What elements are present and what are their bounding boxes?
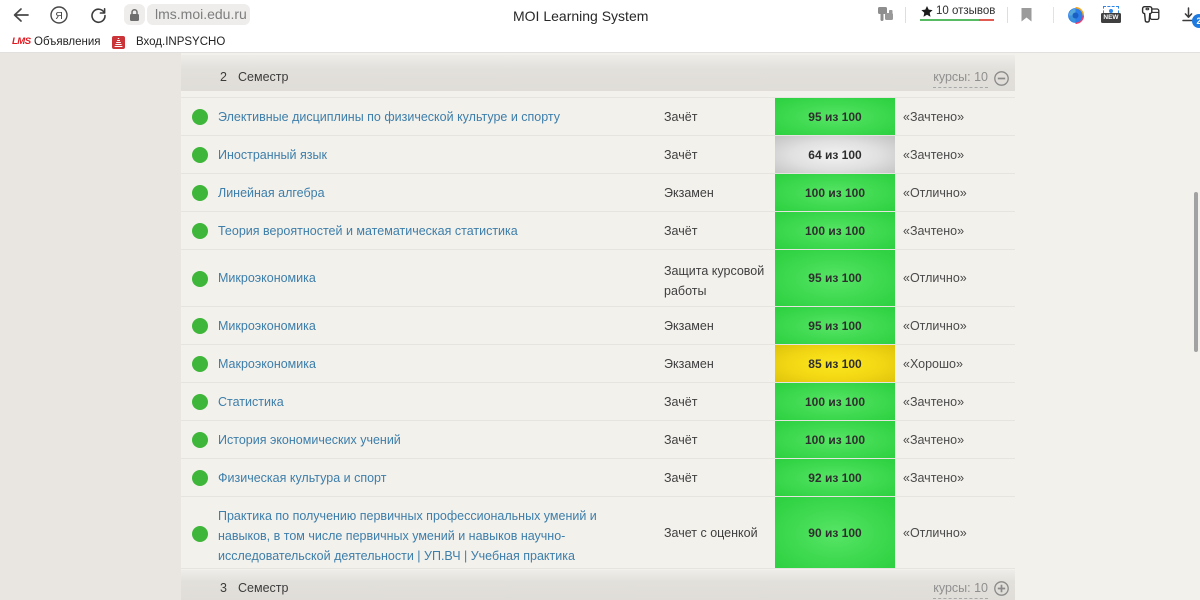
svg-text:Я: Я <box>55 10 63 22</box>
